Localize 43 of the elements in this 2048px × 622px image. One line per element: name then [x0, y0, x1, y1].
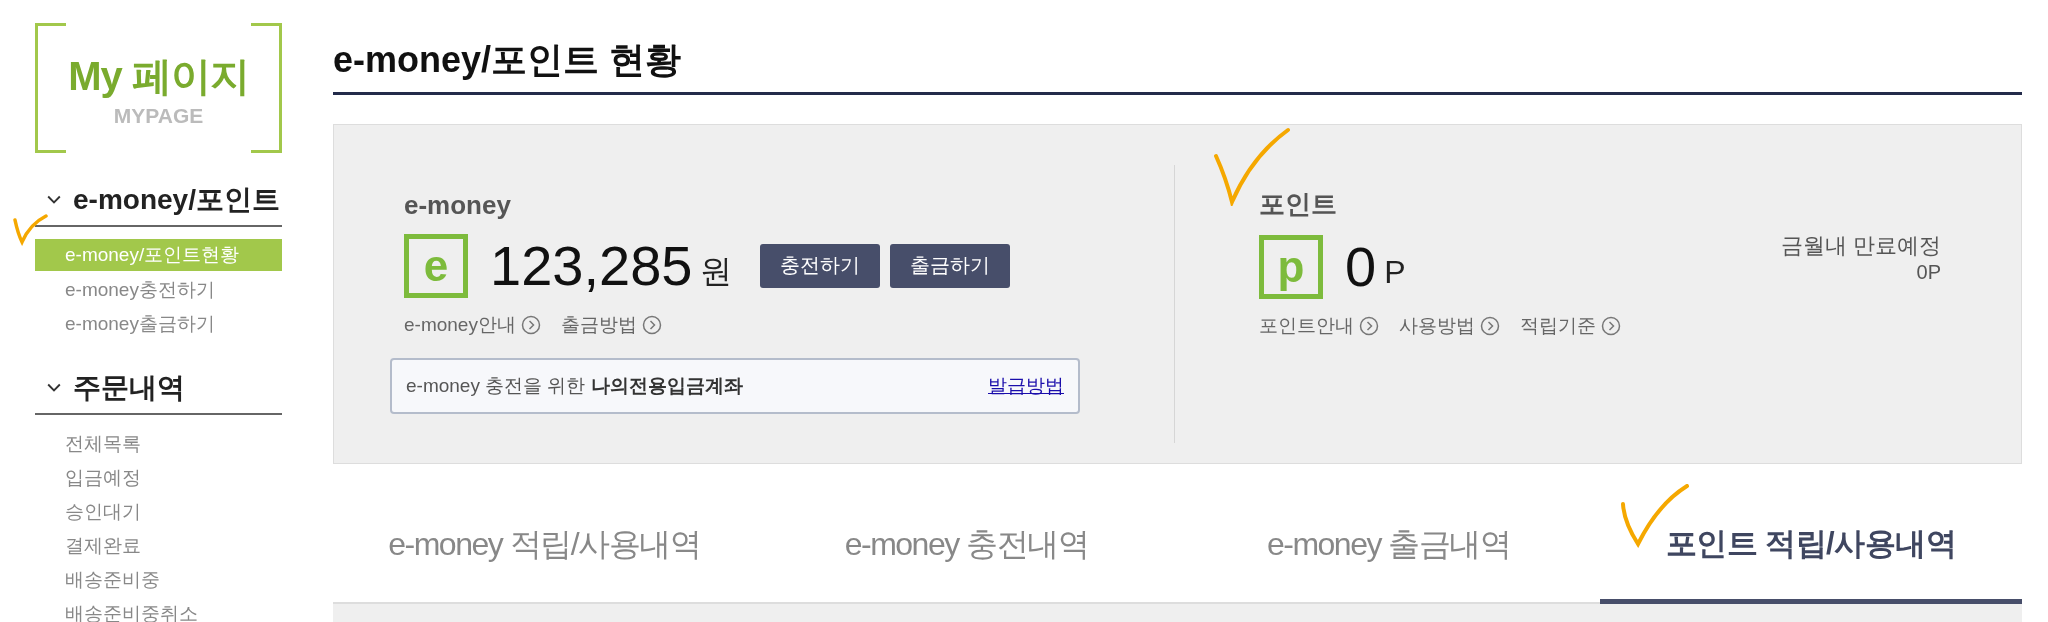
- currency-unit: 원: [700, 251, 733, 291]
- logo-title: My 페이지: [68, 52, 249, 100]
- sidebar-item[interactable]: 승인대기: [35, 495, 282, 529]
- check-mark-drawing: [12, 214, 48, 246]
- expiry-label: 금월내 만료예정: [1780, 232, 1941, 260]
- info-link[interactable]: 포인트안내: [1259, 313, 1379, 339]
- sidebar-item[interactable]: e-money충전하기: [35, 273, 282, 307]
- sidebar-item[interactable]: e-money출금하기: [35, 307, 282, 341]
- point-badge-icon: p: [1259, 234, 1323, 299]
- sidebar-item[interactable]: 결제완료: [35, 529, 282, 563]
- sidebar-item[interactable]: 배송준비중취소: [35, 597, 282, 622]
- info-link[interactable]: e-money안내: [404, 312, 541, 338]
- action-button[interactable]: 출금하기: [890, 243, 1011, 288]
- sidebar-item[interactable]: 배송준비중: [35, 563, 282, 597]
- chevron-icon: [47, 383, 61, 393]
- section-title: e-money: [404, 190, 512, 221]
- arrow-circle-icon: [1480, 316, 1500, 336]
- sidebar-item[interactable]: e-money/포인트현황: [35, 239, 282, 271]
- sidebar-item[interactable]: 입금예정: [35, 461, 282, 495]
- point-unit: P: [1384, 254, 1406, 291]
- arrow-circle-icon: [520, 315, 541, 335]
- issue-method-link[interactable]: 발급방법: [988, 373, 1064, 399]
- section-title: e-money/포인트: [73, 183, 280, 217]
- account-notice-text: e-money 충전을 위한 나의전용입금계좌: [406, 374, 743, 398]
- arrow-circle-icon: [1359, 316, 1379, 336]
- point-amount: 0: [1345, 234, 1377, 299]
- section-title: 주문내역: [73, 371, 185, 405]
- page-title: e-money/포인트 현황: [333, 0, 2022, 95]
- section-heading[interactable]: 주문내역: [35, 369, 282, 415]
- arrow-circle-icon: [641, 315, 662, 335]
- section-title: 포인트: [1259, 188, 1338, 221]
- sidebar-item[interactable]: 전체목록: [35, 427, 282, 461]
- e-money-badge-icon: e: [404, 233, 468, 298]
- chevron-icon: [47, 195, 61, 205]
- action-button[interactable]: 충전하기: [760, 243, 881, 288]
- expiry-value: 0P: [1916, 261, 1941, 284]
- info-link[interactable]: 출금방법: [560, 312, 662, 338]
- section-heading[interactable]: e-money/포인트: [35, 181, 282, 227]
- info-link[interactable]: 적립기준: [1520, 313, 1621, 339]
- arrow-circle-icon: [1601, 316, 1621, 336]
- info-link[interactable]: 사용방법: [1399, 313, 1500, 339]
- balance-amount: 123,285: [490, 233, 693, 298]
- logo-subtitle: MYPAGE: [113, 103, 204, 128]
